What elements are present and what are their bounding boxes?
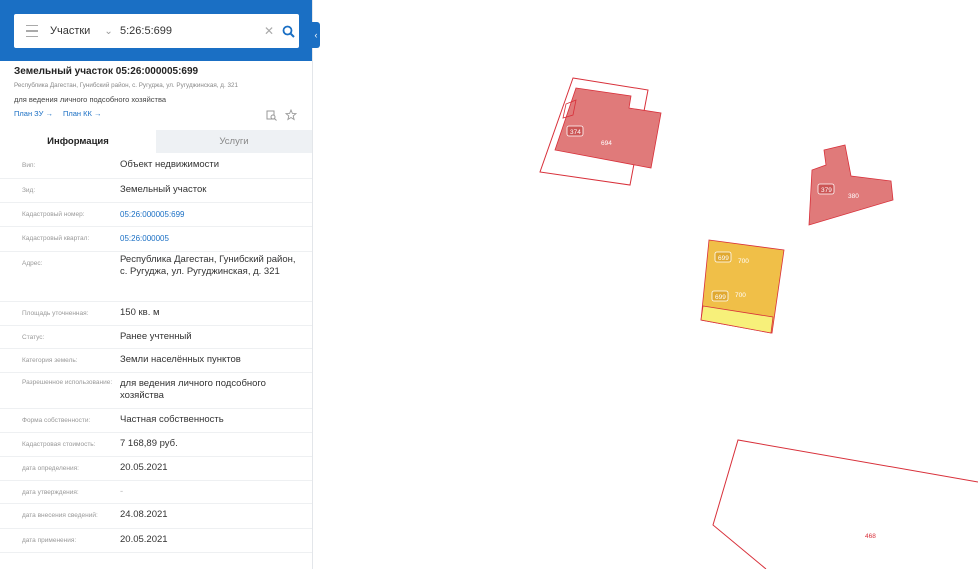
table-row: Статус: Ранее учтенный xyxy=(0,325,312,349)
row-label: Вип: xyxy=(22,162,36,169)
plan-zu-link[interactable]: План ЗУ → xyxy=(14,109,53,118)
parcel-label: 694 xyxy=(601,140,612,147)
row-value: 24.08.2021 xyxy=(120,509,168,520)
table-row: Адрес: Республика Дагестан, Гунибский ра… xyxy=(0,251,312,302)
table-row: Кадастровый номер: 05:26:000005:699 xyxy=(0,202,312,227)
parcel-468[interactable]: 468 xyxy=(712,439,978,570)
layer-select-label: Участки xyxy=(50,25,91,37)
object-purpose: для ведения личного подсобного хозяйства xyxy=(14,95,167,104)
parcel-379-380[interactable]: 379 380 xyxy=(808,144,894,226)
row-value: 20.05.2021 xyxy=(120,462,168,473)
table-row: Кадастровая стоимость: 7 168,89 руб. xyxy=(0,432,312,457)
map-canvas[interactable]: 374 694 379 380 699 700 699 700 468 xyxy=(313,0,978,570)
table-row: дата применения: 20.05.2021 xyxy=(0,528,312,553)
row-label: Зид: xyxy=(22,187,36,194)
search-box: Участки ⌄ 5:26:5:699 ✕ xyxy=(14,14,299,48)
search-bar: Участки ⌄ 5:26:5:699 ✕ xyxy=(0,0,312,61)
object-title: Земельный участок 05:26:000005:699 xyxy=(14,66,199,77)
tabs: Информация Услуги xyxy=(0,130,312,153)
row-label: дата внесения сведений: xyxy=(22,512,98,519)
row-value: Объект недвижимости xyxy=(120,159,220,170)
tab-services[interactable]: Услуги xyxy=(156,130,312,153)
table-row: дата определения: 20.05.2021 xyxy=(0,456,312,481)
plan-links: План ЗУ → План КК → xyxy=(14,109,101,118)
star-icon[interactable] xyxy=(284,108,298,126)
row-value: Ранее учтенный xyxy=(120,331,192,342)
parcel-label: 699 xyxy=(718,255,729,262)
table-row: Вип: Объект недвижимости xyxy=(0,153,312,179)
object-address: Республика Дагестан, Гунибский район, с.… xyxy=(14,82,238,89)
parcel-label: 374 xyxy=(570,129,581,136)
parcel-label: 700 xyxy=(738,258,749,265)
parcel-label: 699 xyxy=(715,294,726,301)
row-value: - xyxy=(120,486,124,497)
row-value: для ведения личного подсобного хозяйства xyxy=(120,378,266,401)
tab-info[interactable]: Информация xyxy=(0,130,156,153)
parcel-label: 380 xyxy=(848,193,859,200)
row-label: дата утверждения: xyxy=(22,489,79,496)
table-row: дата внесения сведений: 24.08.2021 xyxy=(0,503,312,529)
row-value: 150 кв. м xyxy=(120,307,160,318)
search-input[interactable]: 5:26:5:699 xyxy=(120,25,261,37)
cadastral-number-link[interactable]: 05:26:000005:699 xyxy=(120,209,305,221)
cadastral-quarter-link[interactable]: 05:26:000005 xyxy=(120,233,305,245)
row-label: Кадастровая стоимость: xyxy=(22,441,96,448)
parcel-374-694[interactable]: 374 694 xyxy=(539,77,662,186)
row-label: дата определения: xyxy=(22,465,79,472)
row-value: Земли населённых пунктов xyxy=(120,354,241,365)
table-row: Категория земель: Земли населённых пункт… xyxy=(0,348,312,373)
zoom-to-icon[interactable] xyxy=(266,108,277,126)
table-row: Форма собственности: Частная собственнос… xyxy=(0,408,312,433)
parcel-label: 468 xyxy=(865,533,876,540)
table-row: Зид: Земельный участок xyxy=(0,178,312,203)
row-value: Частная собственность xyxy=(120,414,224,425)
row-label: Адрес: xyxy=(22,260,43,267)
row-label: Категория земель: xyxy=(22,357,78,364)
row-label: дата применения: xyxy=(22,537,77,544)
parcel-699-700[interactable]: 699 700 699 700 xyxy=(700,239,785,334)
search-icon[interactable] xyxy=(277,25,299,38)
row-label: Форма собственности: xyxy=(22,417,91,424)
layer-select[interactable]: Участки ⌄ xyxy=(50,25,120,37)
info-panel: Участки ⌄ 5:26:5:699 ✕ Земельный участок… xyxy=(0,0,313,569)
row-label: Площадь уточненная: xyxy=(22,310,89,317)
parcel-label: 379 xyxy=(821,187,832,194)
row-value: Земельный участок xyxy=(120,184,207,195)
table-row: Площадь уточненная: 150 кв. м xyxy=(0,301,312,326)
row-label: Кадастровый номер: xyxy=(22,211,85,218)
chevron-down-icon: ⌄ xyxy=(104,25,113,37)
table-row: дата утверждения: - xyxy=(0,480,312,504)
menu-icon[interactable] xyxy=(14,23,50,40)
row-value: 20.05.2021 xyxy=(120,534,168,545)
plan-kk-link[interactable]: План КК → xyxy=(63,109,102,118)
parcel-label: 700 xyxy=(735,292,746,299)
row-label: Кадастровый квартал: xyxy=(22,235,90,242)
clear-icon[interactable]: ✕ xyxy=(261,24,277,38)
table-row: Разрешенное использование: для ведения л… xyxy=(0,372,312,409)
row-label: Статус: xyxy=(22,334,45,341)
table-row: Кадастровый квартал: 05:26:000005 xyxy=(0,226,312,252)
row-value: Республика Дагестан, Гунибский район, с.… xyxy=(120,254,296,277)
object-tools xyxy=(266,108,298,126)
row-label: Разрешенное использование: xyxy=(22,379,113,386)
row-value: 7 168,89 руб. xyxy=(120,438,178,449)
